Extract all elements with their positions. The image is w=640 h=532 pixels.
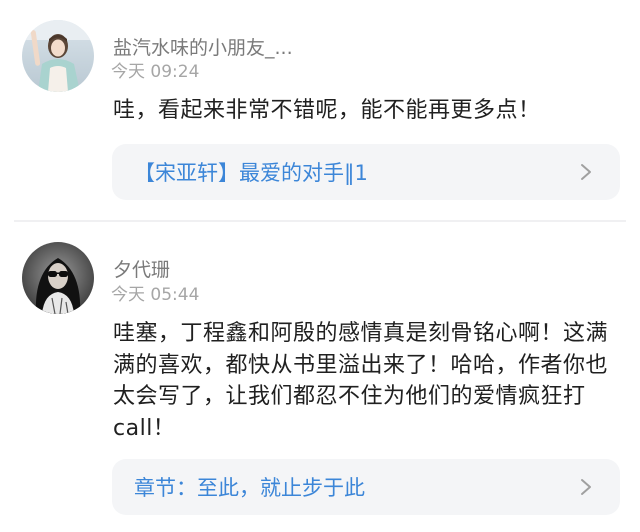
chapter-link-label: 章节：至此，就止步于此 [134,476,365,500]
chevron-right-icon [576,162,596,182]
user-avatar[interactable] [22,20,94,92]
avatar-girl-photo-icon [22,20,94,92]
comment-item: 夕代珊 今天 05:44 哇塞，丁程鑫和阿殷的感情真是刻骨铭心啊！这满满的喜欢，… [0,226,640,532]
comment-time: 今天 09:24 [111,62,200,82]
username[interactable]: 盐汽水味的小朋友_... [113,36,293,60]
comment-time: 今天 05:44 [111,285,200,305]
avatar-sunglasses-photo-icon [22,242,94,314]
chapter-link[interactable]: 章节：至此，就止步于此 [112,459,620,515]
comment-item: 盐汽水味的小朋友_... 今天 09:24 哇，看起来非常不错呢，能不能再更多点… [0,0,640,220]
chapter-link-label: 【宋亚轩】最爱的对手‖1 [134,161,368,185]
username[interactable]: 夕代珊 [113,258,170,282]
chapter-link[interactable]: 【宋亚轩】最爱的对手‖1 [112,144,620,200]
chevron-right-icon [576,477,596,497]
comment-text: 哇塞，丁程鑫和阿殷的感情真是刻骨铭心啊！这满满的喜欢，都快从书里溢出来了！哈哈，… [113,321,609,441]
comment-text: 哇，看起来非常不错呢，能不能再更多点！ [113,98,541,123]
comment-divider [14,220,626,222]
user-avatar[interactable] [22,242,94,314]
